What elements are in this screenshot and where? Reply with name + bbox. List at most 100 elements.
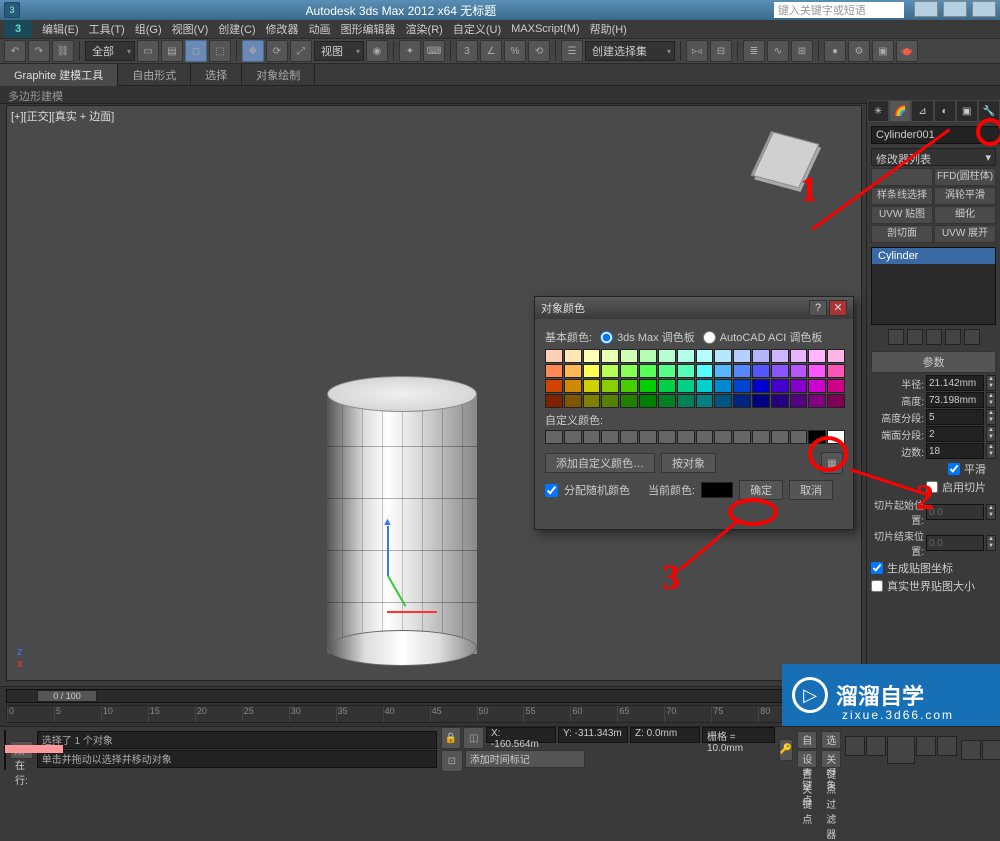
palette-aci-radio[interactable]	[703, 331, 716, 344]
modify-tab-icon[interactable]: 🌈	[889, 100, 911, 122]
viewport-label[interactable]: [+][正交][真实 + 边面]	[11, 108, 114, 124]
color-swatch[interactable]	[583, 379, 601, 393]
goto-end-button[interactable]	[937, 736, 957, 756]
color-swatch[interactable]	[771, 379, 789, 393]
custom-swatch[interactable]	[771, 430, 789, 444]
color-swatch[interactable]	[714, 394, 732, 408]
color-swatch[interactable]	[677, 394, 695, 408]
color-swatch[interactable]	[620, 349, 638, 363]
mirror-button[interactable]: ▹◃	[686, 40, 708, 62]
select-name-button[interactable]: ▤	[161, 40, 183, 62]
menu-animation[interactable]: 动画	[305, 19, 335, 39]
render-frame-button[interactable]: ▣	[872, 40, 894, 62]
color-swatch[interactable]	[545, 394, 563, 408]
isolate-icon[interactable]: ⊡	[441, 750, 463, 772]
height-spinner[interactable]: ▲▼	[986, 392, 996, 408]
custom-swatch-black[interactable]	[808, 430, 826, 444]
modbtn-turbosmooth[interactable]: 涡轮平滑	[934, 187, 996, 205]
by-object-button[interactable]: 按对象	[661, 453, 716, 473]
modbtn-tessellate[interactable]: 细化	[934, 206, 996, 224]
ribbon-tab-freeform[interactable]: 自由形式	[118, 64, 191, 86]
color-swatch[interactable]	[696, 394, 714, 408]
minimize-button[interactable]	[914, 1, 938, 17]
maximize-button[interactable]	[943, 1, 967, 17]
named-selection-dropdown[interactable]: 创建选择集	[585, 41, 675, 61]
scene-object-cylinder[interactable]	[327, 376, 477, 666]
render-setup-button[interactable]: ⚙	[848, 40, 870, 62]
color-swatch[interactable]	[601, 379, 619, 393]
undo-button[interactable]: ↶	[4, 40, 26, 62]
color-swatch[interactable]	[545, 364, 563, 378]
pin-stack-icon[interactable]	[888, 329, 904, 345]
menu-help[interactable]: 帮助(H)	[586, 19, 631, 39]
color-swatch[interactable]	[733, 394, 751, 408]
keyboard-shortcut-button[interactable]: ⌨	[423, 40, 445, 62]
hseg-spinner[interactable]: ▲▼	[986, 409, 996, 425]
dialog-close-button[interactable]: ✕	[829, 300, 847, 316]
select-region-button[interactable]: ◻	[185, 40, 207, 62]
custom-swatch[interactable]	[564, 430, 582, 444]
render-button[interactable]: 🫖	[896, 40, 918, 62]
color-swatch[interactable]	[827, 379, 845, 393]
hseg-input[interactable]	[926, 409, 984, 425]
modbtn-ffd[interactable]: FFD(圆柱体)	[934, 168, 996, 186]
configure-sets-icon[interactable]	[964, 329, 980, 345]
custom-swatch[interactable]	[601, 430, 619, 444]
prev-frame-button[interactable]	[866, 736, 886, 756]
color-swatch[interactable]	[564, 364, 582, 378]
custom-swatch[interactable]	[677, 430, 695, 444]
redo-button[interactable]: ↷	[28, 40, 50, 62]
color-swatch[interactable]	[808, 349, 826, 363]
angle-snap-button[interactable]: ∠	[480, 40, 502, 62]
color-swatch[interactable]	[696, 379, 714, 393]
modbtn-uvwmap[interactable]: UVW 贴图	[871, 206, 933, 224]
rollout-parameters[interactable]: 参数	[871, 351, 996, 373]
manipulate-button[interactable]: ✦	[399, 40, 421, 62]
color-swatch[interactable]	[583, 349, 601, 363]
color-swatch[interactable]	[790, 349, 808, 363]
app-menu-button[interactable]: 3	[4, 20, 32, 38]
color-swatch[interactable]	[733, 364, 751, 378]
lock-selection-icon[interactable]: 🔒	[441, 727, 462, 749]
modbtn-uvwunwrap[interactable]: UVW 展开	[934, 225, 996, 243]
move-button[interactable]: ✥	[242, 40, 264, 62]
color-swatch[interactable]	[808, 364, 826, 378]
color-swatch[interactable]	[583, 364, 601, 378]
menu-group[interactable]: 组(G)	[131, 19, 166, 39]
color-swatch[interactable]	[601, 394, 619, 408]
dialog-help-button[interactable]: ?	[809, 300, 827, 316]
color-swatch[interactable]	[658, 394, 676, 408]
active-color-swatch-icon[interactable]: ▦	[821, 452, 843, 474]
display-tab-icon[interactable]: ▣	[956, 100, 978, 122]
color-swatch[interactable]	[733, 349, 751, 363]
cseg-input[interactable]	[926, 426, 984, 442]
color-swatch[interactable]	[620, 394, 638, 408]
color-swatch[interactable]	[564, 394, 582, 408]
mini-curve-editor[interactable]	[4, 730, 6, 770]
color-swatch[interactable]	[827, 394, 845, 408]
coord-z[interactable]: Z: 0.0mm	[630, 727, 700, 743]
motion-tab-icon[interactable]: ◐	[934, 100, 956, 122]
color-swatch[interactable]	[790, 364, 808, 378]
modifier-list-dropdown[interactable]: 修改器列表	[871, 148, 996, 166]
color-swatch[interactable]	[677, 379, 695, 393]
show-end-result-icon[interactable]	[907, 329, 923, 345]
genmap-checkbox[interactable]	[871, 562, 883, 574]
color-swatch[interactable]	[808, 394, 826, 408]
menu-maxscript[interactable]: MAXScript(M)	[507, 21, 583, 37]
color-swatch[interactable]	[545, 379, 563, 393]
cancel-button[interactable]: 取消	[789, 480, 833, 500]
radius-input[interactable]	[926, 375, 984, 391]
custom-swatch[interactable]	[658, 430, 676, 444]
custom-swatch[interactable]	[620, 430, 638, 444]
color-swatch[interactable]	[658, 379, 676, 393]
selection-filter-dropdown[interactable]: 全部	[85, 41, 135, 61]
color-swatch[interactable]	[620, 364, 638, 378]
ribbon-tab-modeling[interactable]: Graphite 建模工具	[0, 64, 118, 86]
menu-modifiers[interactable]: 修改器	[262, 19, 303, 39]
key-mode-icon[interactable]: 🔑	[779, 739, 793, 761]
color-swatch[interactable]	[827, 349, 845, 363]
setkey-button[interactable]: 设置关键点	[797, 750, 817, 768]
stack-item-cylinder[interactable]: Cylinder	[872, 248, 995, 264]
layer-button[interactable]: ≣	[743, 40, 765, 62]
